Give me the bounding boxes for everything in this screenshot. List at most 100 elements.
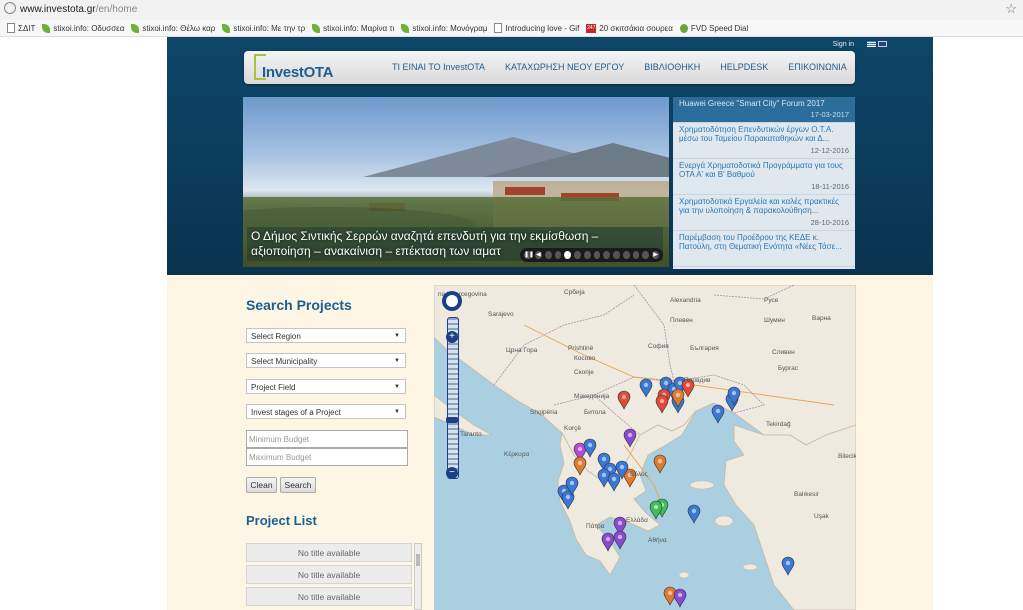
- bookmark-item[interactable]: stixoi.info: Μονόγραμ: [401, 23, 487, 33]
- news-item[interactable]: Huawei Greece "Smart City" Forum 2017 17-…: [673, 97, 855, 123]
- site-logo[interactable]: InvestOTA: [254, 54, 340, 82]
- bookmark-item[interactable]: ΣΔΙΤ: [7, 23, 35, 33]
- map-land-svg: [434, 285, 856, 610]
- marker-dot: [657, 458, 663, 464]
- slider-controls: ❚❚ ◀ ▶: [520, 248, 663, 262]
- hero-slider[interactable]: Ο Δήμος Σιντικής Σερρών αναζητά επενδυτή…: [243, 97, 669, 267]
- slide-dot[interactable]: [593, 251, 601, 259]
- project-list: No title available No title available No t…: [246, 543, 424, 610]
- slide-dot[interactable]: [642, 251, 650, 259]
- marker-dot: [617, 534, 623, 540]
- project-list-item[interactable]: No title available: [246, 565, 412, 584]
- map-place-label: България: [690, 345, 719, 352]
- search-button[interactable]: Search: [280, 477, 316, 493]
- zoom-in-icon[interactable]: +: [446, 331, 458, 343]
- marker-dot: [715, 408, 721, 414]
- bookmark-label: stixoi.info: Με την τρ: [233, 23, 306, 33]
- project-marker-icon[interactable]: [687, 504, 701, 524]
- project-field-select[interactable]: Project Field ▼: [246, 379, 406, 394]
- marker-dot: [569, 480, 575, 486]
- zoom-slider-handle[interactable]: [446, 417, 458, 423]
- maximum-budget-input[interactable]: Maximum Budget: [246, 448, 408, 466]
- pan-control-icon[interactable]: [442, 291, 462, 311]
- previous-icon[interactable]: ◀: [535, 251, 542, 259]
- slide-dot[interactable]: [622, 251, 630, 259]
- main-navbar: InvestOTA ΤΙ ΕΙΝΑΙ ΤΟ InvestOTA ΚΑΤΑΧΩΡΗΣ…: [244, 51, 855, 84]
- bookmark-star-icon[interactable]: ☆: [1005, 1, 1017, 17]
- greek-flag-icon[interactable]: [867, 41, 876, 47]
- pause-icon[interactable]: ❚❚: [524, 251, 534, 259]
- project-list-item[interactable]: No title available: [246, 543, 412, 562]
- map-place-label: Prishtinë: [568, 345, 594, 352]
- slide-dot[interactable]: [564, 251, 572, 259]
- bookmark-item[interactable]: stixoi.info: Οδυσσεα: [42, 23, 124, 33]
- project-list-title: Project List: [246, 513, 317, 528]
- nav-item[interactable]: HELPDESK: [720, 62, 768, 72]
- municipality-select[interactable]: Select Municipality ▼: [246, 353, 406, 368]
- slide-dot[interactable]: [613, 251, 620, 259]
- marker-pin: [711, 404, 725, 424]
- news-item[interactable]: Χρηματοδοτικά Εργαλεία και καλές πρακτικ…: [673, 195, 855, 231]
- news-date: 17-03-2017: [810, 110, 849, 119]
- nav-item[interactable]: ΤΙ ΕΙΝΑΙ ΤΟ InvestOTA: [392, 62, 485, 72]
- signin-link[interactable]: Sign in: [833, 41, 854, 48]
- marker-pin: [613, 530, 627, 550]
- news-item[interactable]: Ενεργά Χρηματοδοτικά Προγράμματα για του…: [673, 159, 855, 195]
- slide-dot[interactable]: [544, 251, 552, 259]
- marker-dot: [653, 504, 659, 510]
- project-list-item[interactable]: No title available: [246, 587, 412, 606]
- url-path: /en/home: [95, 4, 138, 15]
- slide-dot[interactable]: [603, 251, 611, 259]
- news-item[interactable]: Χρηματοδότηση Επενδυτικών έργων Ο.Τ.Α. μ…: [673, 123, 855, 159]
- marker-dot: [601, 472, 607, 478]
- project-marker-icon[interactable]: [711, 404, 725, 424]
- bookmark-item[interactable]: stixoi.info: Θέλω καρ: [131, 23, 215, 33]
- bookmark-item[interactable]: FVD Speed Dial: [679, 23, 748, 33]
- project-marker-icon[interactable]: [649, 500, 663, 520]
- slide-dot[interactable]: [554, 251, 562, 259]
- next-icon[interactable]: ▶: [652, 251, 659, 259]
- marker-dot: [731, 390, 737, 396]
- news-title: Huawei Greece "Smart City" Forum 2017: [679, 99, 825, 108]
- map-place-label: Црна Гора: [506, 347, 538, 354]
- search-projects-title: Search Projects: [246, 297, 352, 313]
- map-place-label: Bilecik: [838, 453, 856, 460]
- nav-item[interactable]: ΕΠΙΚΟΙΝΩΝΙΑ: [788, 62, 846, 72]
- scrollbar-thumb[interactable]: [416, 554, 420, 566]
- url-field[interactable]: www.investota.gr/en/home: [4, 2, 137, 17]
- chevron-down-icon: ▼: [394, 333, 400, 339]
- project-marker-icon[interactable]: [613, 530, 627, 550]
- project-field-select-value: Project Field: [251, 383, 296, 392]
- project-marker-icon[interactable]: [673, 588, 687, 608]
- logo-text-b: OTA: [303, 64, 334, 81]
- projects-map[interactable]: na i Hercegovina Србија Sarajevo Alexandria…: [434, 285, 856, 610]
- browser-address-bar: www.investota.gr/en/home ☆: [0, 0, 1023, 21]
- clean-button[interactable]: Clean: [246, 477, 277, 493]
- nav-item[interactable]: ΒΙΒΛΙΟΘΗΚΗ: [644, 62, 700, 72]
- bookmark-item[interactable]: 247 20 σκιτσάκια σουρεα: [586, 23, 673, 33]
- nav-item[interactable]: ΚΑΤΑΧΩΡΗΣΗ ΝΕΟΥ ΕΡΓΟΥ: [505, 62, 624, 72]
- english-flag-icon[interactable]: [878, 41, 887, 47]
- project-marker-icon[interactable]: [653, 454, 667, 474]
- page: Sign in InvestOTA ΤΙ ΕΙΝΑΙ ΤΟ InvestOTA Κ…: [167, 37, 933, 610]
- region-select[interactable]: Select Region ▼: [246, 328, 406, 343]
- project-list-scrollbar[interactable]: [414, 543, 422, 610]
- news-item[interactable]: Παρέμβαση του Προέδρου της ΚΕΔΕ κ. Πατού…: [673, 231, 855, 267]
- leaf-icon: [131, 23, 140, 33]
- marker-dot: [565, 494, 571, 500]
- marker-dot: [677, 592, 683, 598]
- slide-dot[interactable]: [632, 251, 640, 259]
- bookmark-item[interactable]: stixoi.info: Μαρίνα τι: [312, 23, 395, 33]
- minimum-budget-input[interactable]: Minimum Budget: [246, 430, 408, 448]
- news-title: Παρέμβαση του Προέδρου της ΚΕΔΕ κ. Πατού…: [679, 233, 842, 251]
- bookmark-label: stixoi.info: Μαρίνα τι: [323, 23, 395, 33]
- bookmark-item[interactable]: stixoi.info: Με την τρ: [222, 23, 306, 33]
- slide-dot[interactable]: [574, 251, 581, 259]
- slide-dot[interactable]: [583, 251, 591, 259]
- bookmark-label: Introducing love - Gif: [505, 23, 580, 33]
- page-icon: [494, 23, 503, 33]
- zoom-out-icon[interactable]: −: [446, 467, 458, 479]
- invest-stage-select[interactable]: Invest stages of a Project ▼: [246, 404, 406, 419]
- bookmark-item[interactable]: Introducing love - Gif: [494, 23, 579, 33]
- marker-dot: [785, 560, 791, 566]
